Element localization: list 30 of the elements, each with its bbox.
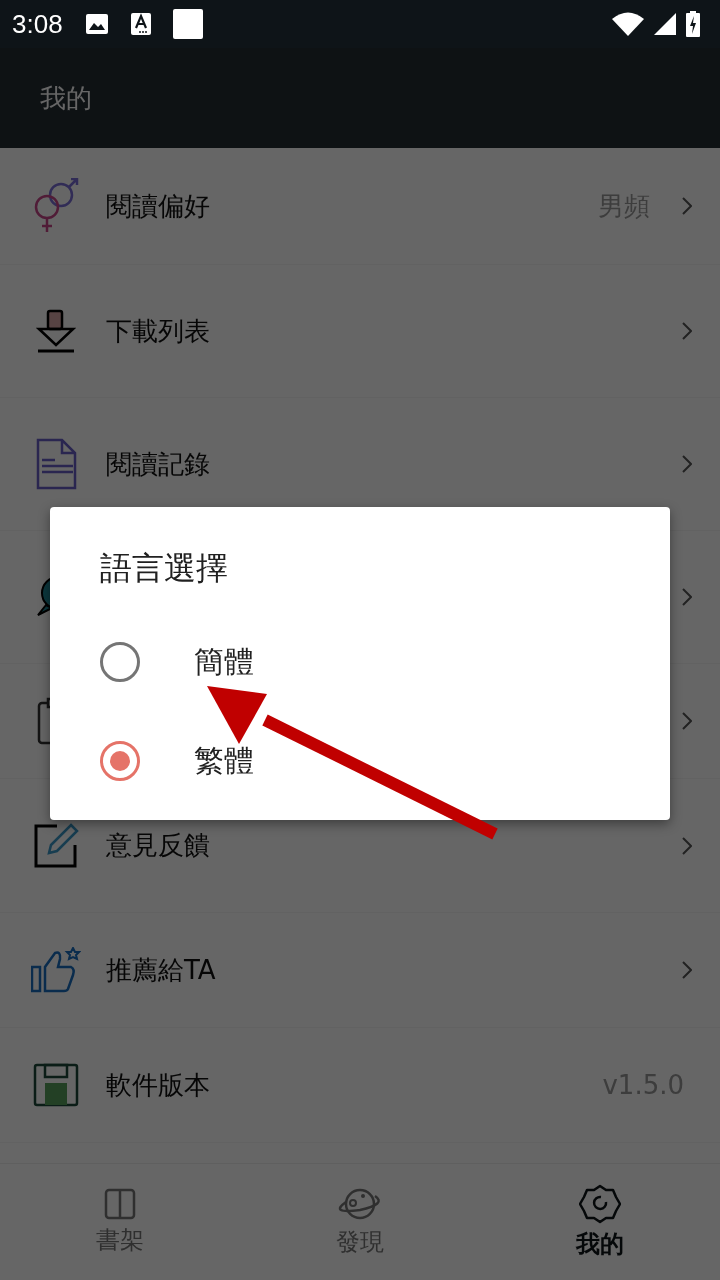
dialog-title: 語言選擇 (100, 548, 229, 589)
nav-tab[interactable]: 我的 (480, 1164, 720, 1280)
menu-label: 下載列表 (106, 314, 210, 348)
status-time: 3:08 (12, 8, 63, 40)
menu-item[interactable]: 下載列表 (0, 265, 720, 398)
radio-button[interactable] (100, 642, 140, 682)
image-icon (84, 13, 109, 35)
download-icon (36, 309, 76, 353)
option-label[interactable]: 繁體 (194, 746, 254, 776)
menu-label: 閱讀偏好 (106, 189, 210, 223)
thumbs-up-icon (31, 947, 81, 993)
square-icon (172, 9, 203, 39)
menu-item[interactable]: 推薦給TA (0, 913, 720, 1028)
font-icon (130, 13, 151, 35)
floppy-icon (33, 1063, 79, 1107)
menu-label: 推薦給TA (106, 953, 216, 987)
edit-icon (33, 822, 79, 869)
option-label[interactable]: 簡體 (194, 647, 254, 677)
menu-label: 軟件版本 (106, 1068, 210, 1102)
menu-label: 閱讀記錄 (106, 447, 210, 481)
page-title: 我的 (40, 81, 92, 115)
signal-icon (654, 13, 676, 35)
book-icon (104, 1188, 136, 1220)
radio-button[interactable] (100, 741, 140, 781)
document-icon (35, 438, 77, 490)
gender-icon (32, 178, 80, 234)
wifi-icon (612, 12, 644, 36)
battery-icon (686, 11, 700, 37)
settings-icon (579, 1184, 621, 1224)
menu-label: 意見反饋 (106, 829, 210, 862)
